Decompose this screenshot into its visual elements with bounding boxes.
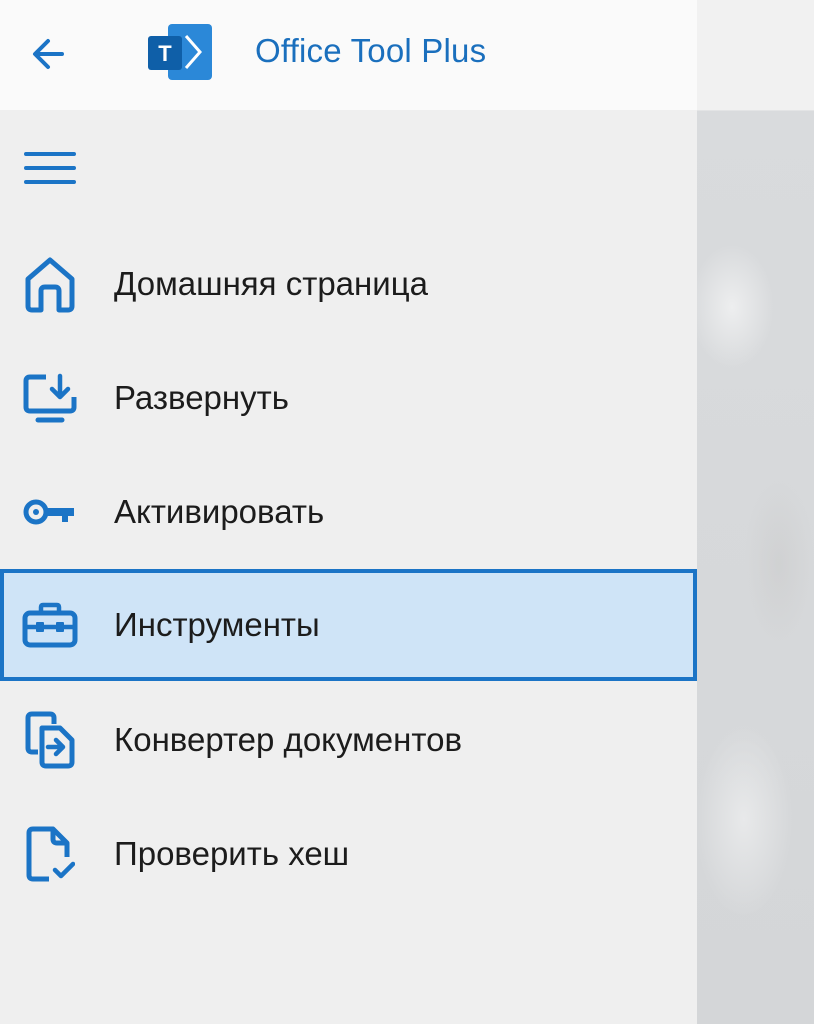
app-logo: T (146, 22, 214, 82)
svg-text:T: T (158, 41, 172, 66)
nav-item-verify-hash[interactable]: Проверить хеш (0, 798, 697, 910)
content-header-area (697, 0, 814, 110)
nav-item-activate[interactable]: Активировать (0, 456, 697, 568)
hamburger-menu-icon (24, 152, 76, 184)
nav-item-home[interactable]: Домашняя страница (0, 228, 697, 340)
document-convert-icon (20, 710, 80, 770)
nav-item-label: Активировать (114, 493, 325, 530)
back-button[interactable] (20, 28, 76, 80)
navigation-pane: Домашняя страница Развернуть Активироват… (0, 110, 697, 1024)
nav-item-label: Проверить хеш (114, 835, 350, 872)
toolbox-icon (20, 595, 80, 655)
document-check-icon (20, 824, 80, 884)
nav-item-document-converter[interactable]: Конвертер документов (0, 684, 697, 796)
menu-toggle-button[interactable] (14, 142, 86, 194)
nav-item-tools[interactable]: Инструменты (0, 569, 697, 681)
nav-item-label: Инструменты (114, 606, 320, 643)
nav-item-label: Домашняя страница (114, 265, 428, 302)
arrow-left-icon (33, 39, 64, 69)
app-title: Office Tool Plus (255, 32, 487, 69)
nav-item-deploy[interactable]: Развернуть (0, 342, 697, 454)
nav-item-label: Развернуть (114, 379, 289, 416)
home-icon (20, 254, 80, 314)
background-wallpaper (697, 0, 814, 1024)
title-bar: T Office Tool Plus (0, 0, 697, 110)
key-icon (20, 482, 80, 542)
monitor-download-icon (20, 368, 80, 428)
nav-item-label: Конвертер документов (114, 721, 462, 758)
